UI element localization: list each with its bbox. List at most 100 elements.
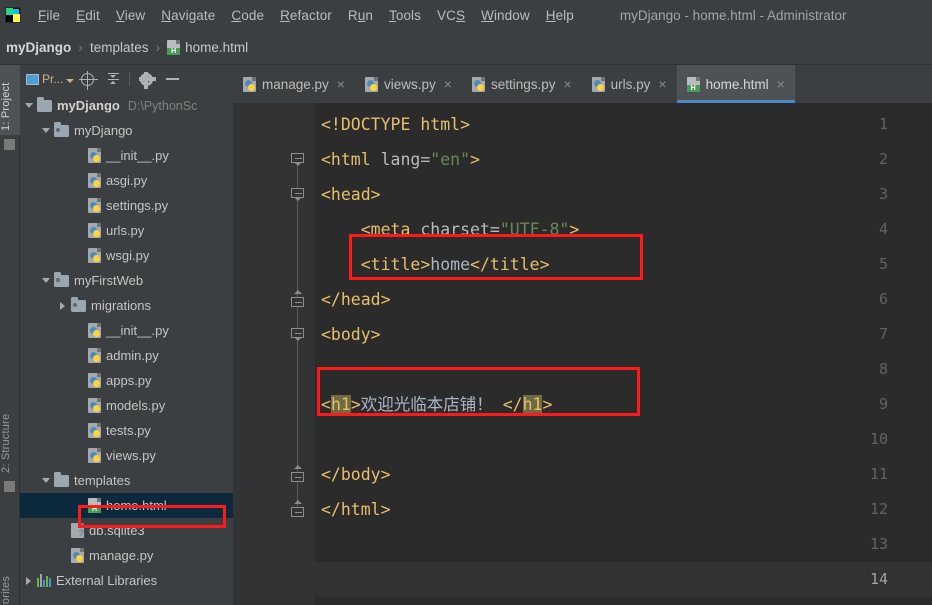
tree-item-label: urls.py bbox=[106, 223, 145, 238]
tree-item-label: __init__.py bbox=[106, 323, 169, 338]
python-file-icon bbox=[88, 398, 101, 413]
code-token: home bbox=[430, 255, 471, 274]
stripe-button-favorites[interactable]: Favorites bbox=[0, 565, 20, 605]
tab-close-icon[interactable]: × bbox=[444, 77, 452, 91]
tree-item-apps-py[interactable]: apps.py bbox=[20, 368, 233, 393]
tree-item-settings-py[interactable]: settings.py bbox=[20, 193, 233, 218]
collapse-arrow-icon[interactable] bbox=[20, 568, 37, 593]
code-token: charset= bbox=[420, 220, 500, 239]
tree-item-label: db.sqlite3 bbox=[89, 523, 145, 538]
python-file-icon bbox=[88, 198, 101, 213]
code-token: > bbox=[569, 220, 580, 239]
select-opened-file-button[interactable] bbox=[74, 67, 100, 91]
tree-item-external-libraries[interactable]: External Libraries bbox=[20, 568, 233, 593]
menu-view[interactable]: View bbox=[108, 5, 153, 26]
editor-tab-manage-py[interactable]: manage.py × bbox=[233, 65, 355, 103]
tree-item-tests-py[interactable]: tests.py bbox=[20, 418, 233, 443]
menu-refactor[interactable]: Refactor bbox=[272, 5, 340, 26]
breadcrumb-item-project[interactable]: myDjango bbox=[6, 40, 71, 55]
editor-tab-views-py[interactable]: views.py × bbox=[355, 65, 462, 103]
fold-marker-down[interactable] bbox=[291, 328, 305, 342]
tree-item-db-sqlite3[interactable]: ? db.sqlite3 bbox=[20, 518, 233, 543]
tree-item-asgi-py[interactable]: asgi.py bbox=[20, 168, 233, 193]
chevron-down-icon bbox=[66, 79, 75, 83]
editor-tab-home-html[interactable]: Hhome.html × bbox=[676, 65, 796, 103]
fold-marker-up[interactable] bbox=[291, 500, 305, 517]
code-token: "en" bbox=[430, 150, 471, 169]
tree-item-label: migrations bbox=[91, 298, 151, 313]
expand-arrow-icon[interactable] bbox=[20, 93, 37, 118]
tree-item-templates[interactable]: templates bbox=[20, 468, 233, 493]
breadcrumb-item-file[interactable]: home.html bbox=[185, 40, 248, 55]
editor-tab-urls-py[interactable]: urls.py × bbox=[582, 65, 677, 103]
tree-item-home-html[interactable]: Hhome.html bbox=[20, 493, 233, 518]
menu-edit[interactable]: Edit bbox=[68, 5, 108, 26]
python-file-icon bbox=[88, 448, 101, 463]
sqlite-file-icon: ? bbox=[71, 523, 84, 538]
fold-marker-up[interactable] bbox=[291, 290, 305, 307]
hide-panel-button[interactable] bbox=[159, 67, 185, 91]
project-view-selector[interactable]: Pr... bbox=[20, 72, 75, 86]
breadcrumb-separator: › bbox=[78, 39, 83, 55]
code-token: h1 bbox=[330, 395, 351, 414]
code-content[interactable]: <!DOCTYPE html> <html lang="en"> <head> <m… bbox=[315, 103, 932, 605]
fold-marker-down[interactable] bbox=[291, 153, 305, 167]
folder-icon bbox=[37, 96, 52, 112]
tab-close-icon[interactable]: × bbox=[563, 77, 571, 91]
code-editor[interactable]: 123456789101112131415 <!DOCTYPE html><ht… bbox=[233, 103, 932, 605]
menu-help[interactable]: Help bbox=[538, 5, 582, 26]
stripe-button-structure[interactable]: 2: Structure bbox=[0, 395, 20, 477]
tree-item-mydjango[interactable]: myDjango D:\PythonSc bbox=[20, 93, 233, 118]
fold-marker-down[interactable] bbox=[291, 188, 305, 202]
tab-close-icon[interactable]: × bbox=[658, 77, 666, 91]
collapse-all-button[interactable] bbox=[100, 67, 126, 91]
project-tree[interactable]: myDjango D:\PythonSc myDjango __init__.py as… bbox=[20, 93, 233, 605]
tree-item-label: External Libraries bbox=[56, 573, 158, 588]
project-toolbar: Pr... bbox=[20, 65, 233, 93]
tree-item-label: settings.py bbox=[106, 198, 169, 213]
tab-label: manage.py bbox=[262, 76, 329, 92]
expand-arrow-icon[interactable] bbox=[37, 468, 54, 493]
code-token: h1 bbox=[522, 395, 543, 414]
tree-item---init---py[interactable]: __init__.py bbox=[20, 143, 233, 168]
tab-close-icon[interactable]: × bbox=[337, 77, 345, 91]
code-token: <body> bbox=[321, 325, 381, 344]
menu-window[interactable]: Window bbox=[473, 5, 538, 26]
menu-tools[interactable]: Tools bbox=[381, 5, 429, 26]
stripe-button-project[interactable]: 1: Project bbox=[0, 65, 20, 135]
menu-run[interactable]: Run bbox=[340, 5, 381, 26]
tree-item-myfirstweb[interactable]: myFirstWeb bbox=[20, 268, 233, 293]
expand-arrow-icon[interactable] bbox=[37, 268, 54, 293]
menu-navigate[interactable]: Navigate bbox=[153, 5, 223, 26]
expand-arrow-icon[interactable] bbox=[37, 118, 54, 143]
code-token: > bbox=[542, 395, 553, 414]
code-token: </title> bbox=[470, 255, 550, 274]
project-panel-title: Pr... bbox=[42, 72, 64, 86]
code-token: <!DOCTYPE html> bbox=[321, 115, 471, 134]
html-file-icon: H bbox=[88, 498, 101, 513]
tree-item-label: asgi.py bbox=[106, 173, 148, 188]
tree-item-models-py[interactable]: models.py bbox=[20, 393, 233, 418]
tree-item-admin-py[interactable]: admin.py bbox=[20, 343, 233, 368]
tree-item-mydjango[interactable]: myDjango bbox=[20, 118, 233, 143]
menu-vcs[interactable]: VCS bbox=[429, 5, 473, 26]
editor-tab-settings-py[interactable]: settings.py × bbox=[462, 65, 582, 103]
collapse-arrow-icon[interactable] bbox=[54, 293, 71, 318]
tree-item-manage-py[interactable]: manage.py bbox=[20, 543, 233, 568]
tree-item-migrations[interactable]: migrations bbox=[20, 293, 233, 318]
project-settings-button[interactable] bbox=[133, 67, 159, 91]
tree-item-views-py[interactable]: views.py bbox=[20, 443, 233, 468]
code-token: lang= bbox=[380, 150, 431, 169]
menu-code[interactable]: Code bbox=[223, 5, 272, 26]
tree-item---init---py[interactable]: __init__.py bbox=[20, 318, 233, 343]
menu-file[interactable]: File bbox=[30, 5, 68, 26]
tree-item-label: admin.py bbox=[106, 348, 159, 363]
editor-gutter[interactable] bbox=[233, 103, 315, 605]
code-line: <meta charset="UTF-8"> bbox=[315, 212, 580, 247]
tree-item-urls-py[interactable]: urls.py bbox=[20, 218, 233, 243]
fold-marker-up[interactable] bbox=[291, 465, 305, 482]
tree-item-wsgi-py[interactable]: wsgi.py bbox=[20, 243, 233, 268]
breadcrumb-item-templates[interactable]: templates bbox=[90, 40, 149, 55]
tab-close-icon[interactable]: × bbox=[777, 77, 785, 91]
